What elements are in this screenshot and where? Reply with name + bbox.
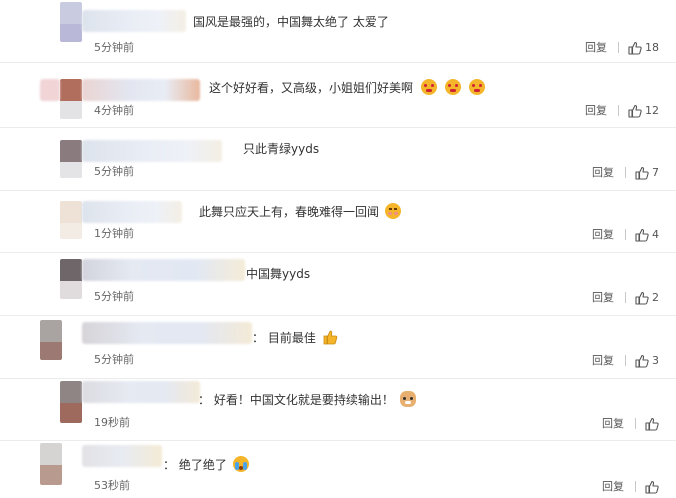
comment-text: 此舞只应天上有，春晚难得一回闻	[199, 203, 401, 220]
comment-text: 只此青绿yyds	[243, 142, 320, 156]
comment-text: ： 好看！中国文化就是要持续输出！	[198, 391, 416, 408]
comment-actions: 回复	[602, 479, 667, 495]
like-button[interactable]: 7	[635, 165, 665, 181]
divider	[635, 418, 636, 429]
crying-face-icon	[444, 79, 461, 95]
crying-face-icon	[468, 79, 485, 95]
thumbs-up-icon	[322, 329, 338, 345]
comment-actions: 回复	[602, 416, 667, 432]
comment-time: 5分钟前	[94, 353, 134, 366]
comment-time: 5分钟前	[94, 290, 134, 303]
thumbs-up-icon	[645, 480, 659, 494]
comment-time: 53秒前	[94, 479, 130, 492]
like-button[interactable]	[645, 479, 665, 495]
divider	[618, 42, 619, 53]
like-button[interactable]	[645, 416, 665, 432]
comment-text: 国风是最强的，中国舞太绝了 太爱了	[193, 15, 389, 29]
thumbs-up-icon	[635, 291, 649, 305]
avatar[interactable]	[60, 2, 82, 42]
comment-item: 只此青绿yyds 5分钟前 回复 7	[0, 128, 676, 191]
reply-button[interactable]: 回复	[592, 290, 614, 306]
comment-item: 中国舞yyds 5分钟前 回复 2	[0, 253, 676, 316]
comment-text: ： 目前最佳	[252, 329, 338, 346]
divider	[625, 355, 626, 366]
like-count: 3	[652, 354, 659, 367]
comment-item: 此舞只应天上有，春晚难得一回闻 1分钟前 回复 4	[0, 191, 676, 253]
comment-time: 5分钟前	[94, 41, 134, 54]
comment-item: 这个好好看，又高级，小姐姐们好美啊 4分钟前 回复 12	[0, 63, 676, 128]
avatar[interactable]	[40, 443, 62, 485]
comment-actions: 回复 3	[592, 353, 667, 369]
like-button[interactable]: 18	[628, 40, 664, 56]
like-count: 7	[652, 166, 659, 179]
comment-actions: 回复 18	[585, 40, 665, 56]
comment-time: 4分钟前	[94, 104, 134, 117]
thumbs-up-icon	[635, 354, 649, 368]
reply-button[interactable]: 回复	[592, 227, 614, 243]
avatar[interactable]	[60, 259, 82, 299]
comment-item: ： 目前最佳 5分钟前 回复 3	[0, 316, 676, 379]
avatar[interactable]	[60, 79, 82, 119]
reply-button[interactable]: 回复	[585, 40, 607, 56]
reply-button[interactable]: 回复	[602, 416, 624, 432]
comment-actions: 回复 12	[585, 103, 665, 119]
username-blurred[interactable]	[82, 140, 222, 162]
avatar[interactable]	[60, 201, 82, 239]
comment-item: ： 绝了绝了 53秒前 回复	[0, 441, 676, 498]
crying-face-icon	[420, 79, 437, 95]
reply-button[interactable]: 回复	[592, 165, 614, 181]
like-button[interactable]: 2	[635, 290, 665, 306]
reply-button[interactable]: 回复	[602, 479, 624, 495]
divider	[625, 167, 626, 178]
thumbs-up-icon	[635, 228, 649, 242]
like-count: 2	[652, 291, 659, 304]
like-count: 12	[645, 104, 659, 117]
username-blurred[interactable]	[82, 259, 245, 281]
like-button[interactable]: 12	[628, 103, 664, 119]
like-count: 4	[652, 228, 659, 241]
thumbs-up-icon	[628, 104, 642, 118]
divider	[625, 292, 626, 303]
username-blurred[interactable]	[82, 445, 162, 467]
shy-face-icon	[384, 203, 401, 219]
reply-button[interactable]: 回复	[585, 103, 607, 119]
like-count: 18	[645, 41, 659, 54]
username-blurred[interactable]	[82, 381, 200, 403]
thumbs-up-icon	[628, 41, 642, 55]
comment-item: 国风是最强的，中国舞太绝了 太爱了 5分钟前 回复 18	[0, 0, 676, 63]
divider	[635, 481, 636, 492]
username-blurred[interactable]	[82, 201, 182, 223]
comment-text: 这个好好看，又高级，小姐姐们好美啊	[209, 79, 485, 96]
comment-time: 19秒前	[94, 416, 130, 429]
username-blurred[interactable]	[40, 79, 60, 101]
divider	[625, 229, 626, 240]
thumbs-up-icon	[635, 166, 649, 180]
reply-button[interactable]: 回复	[592, 353, 614, 369]
comment-time: 5分钟前	[94, 165, 134, 178]
username-blurred[interactable]	[82, 322, 252, 344]
comment-text: ： 绝了绝了	[163, 456, 249, 473]
username-blurred[interactable]	[82, 79, 200, 101]
comment-time: 1分钟前	[94, 227, 134, 240]
comment-item: ： 好看！中国文化就是要持续输出！ 19秒前 回复	[0, 379, 676, 441]
thumbs-up-icon	[645, 417, 659, 431]
like-button[interactable]: 4	[635, 227, 665, 243]
comment-actions: 回复 4	[592, 227, 667, 243]
comment-actions: 回复 2	[592, 290, 667, 306]
avatar[interactable]	[60, 381, 82, 423]
avatar[interactable]	[40, 320, 62, 360]
username-blurred[interactable]	[82, 10, 186, 32]
like-button[interactable]: 3	[635, 353, 665, 369]
avatar[interactable]	[60, 140, 82, 178]
comment-actions: 回复 7	[592, 165, 667, 181]
loudly-crying-face-icon	[232, 456, 249, 472]
cat-face-icon	[399, 391, 416, 407]
comment-text: 中国舞yyds	[246, 267, 311, 281]
divider	[618, 105, 619, 116]
